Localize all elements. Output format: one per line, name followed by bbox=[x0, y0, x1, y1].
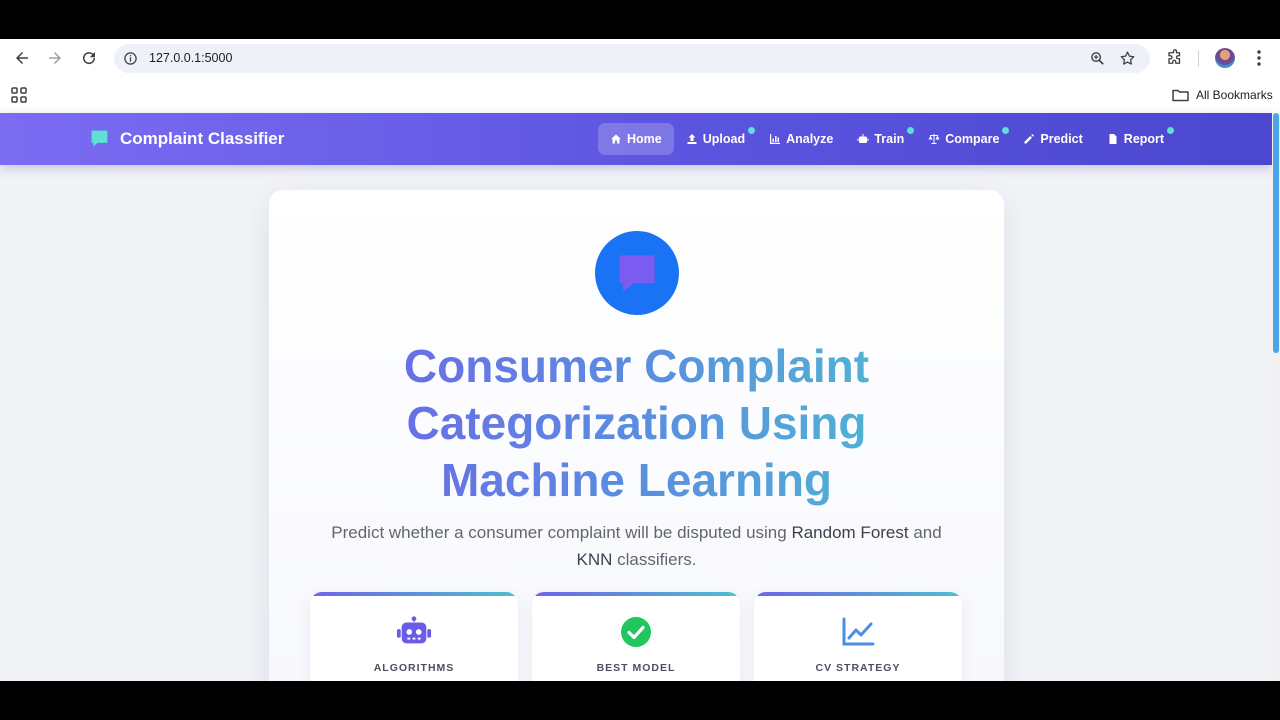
nav-train-label: Train bbox=[874, 132, 905, 146]
stat-card-best-model: BEST MODEL bbox=[532, 592, 740, 681]
nav-home-label: Home bbox=[627, 132, 662, 146]
pencil-icon bbox=[1024, 134, 1035, 144]
bookmarks-bar: All Bookmarks bbox=[0, 78, 1280, 113]
card-accent-bar bbox=[310, 592, 518, 596]
nav-upload[interactable]: Upload bbox=[674, 123, 757, 155]
brand-link[interactable]: Complaint Classifier bbox=[89, 128, 284, 149]
toolbar-divider bbox=[1198, 50, 1199, 67]
forward-button[interactable] bbox=[44, 47, 66, 69]
hero-card: Consumer Complaint Categorization Using … bbox=[269, 190, 1004, 681]
stat-card-algorithms: ALGORITHMS bbox=[310, 592, 518, 681]
page-title: Consumer Complaint Categorization Using … bbox=[309, 338, 964, 509]
reload-button[interactable] bbox=[78, 47, 100, 69]
stat-label: ALGORITHMS bbox=[373, 662, 455, 674]
title-line: Categorization Using bbox=[406, 397, 867, 449]
stat-label: BEST MODEL bbox=[596, 662, 676, 674]
info-icon[interactable] bbox=[123, 51, 138, 66]
url-text[interactable]: 127.0.0.1:5000 bbox=[149, 51, 232, 65]
nav-upload-label: Upload bbox=[702, 132, 746, 146]
arrow-right-icon bbox=[49, 52, 61, 64]
back-button[interactable] bbox=[11, 47, 33, 69]
nav-predict[interactable]: Predict bbox=[1011, 123, 1094, 155]
address-bar[interactable]: 127.0.0.1:5000 bbox=[114, 44, 1150, 73]
robot-icon bbox=[396, 616, 432, 648]
zoom-icon[interactable] bbox=[1089, 50, 1106, 67]
status-dot bbox=[748, 127, 756, 134]
home-icon bbox=[611, 134, 621, 144]
scale-icon bbox=[928, 134, 940, 144]
all-bookmarks-button[interactable]: All Bookmarks bbox=[1172, 88, 1273, 102]
title-line: Consumer Complaint bbox=[403, 340, 870, 392]
nav-report[interactable]: Report bbox=[1095, 123, 1176, 155]
nav-analyze-label: Analyze bbox=[786, 132, 834, 146]
profile-avatar[interactable] bbox=[1215, 48, 1235, 68]
stat-label: CV STRATEGY bbox=[815, 662, 901, 674]
all-bookmarks-label: All Bookmarks bbox=[1196, 88, 1273, 102]
status-dot bbox=[1167, 127, 1175, 134]
apps-grid-icon[interactable] bbox=[11, 87, 27, 103]
subtitle-text: and bbox=[908, 523, 942, 542]
reload-icon bbox=[83, 52, 96, 65]
folder-icon bbox=[1172, 89, 1189, 102]
subtitle-highlight: KNN bbox=[576, 550, 613, 569]
browser-toolbar: 127.0.0.1:5000 bbox=[0, 39, 1280, 78]
arrow-left-icon bbox=[16, 52, 28, 64]
hero-badge bbox=[595, 231, 679, 315]
status-dot bbox=[1002, 127, 1010, 134]
status-dot bbox=[907, 127, 915, 134]
file-icon bbox=[1109, 134, 1117, 144]
nav-predict-label: Predict bbox=[1040, 132, 1083, 146]
extensions-icon[interactable] bbox=[1166, 49, 1184, 67]
line-chart-icon bbox=[840, 616, 876, 648]
brand-name: Complaint Classifier bbox=[120, 128, 285, 148]
title-line: Machine Learning bbox=[440, 454, 833, 506]
check-circle-icon bbox=[618, 616, 654, 648]
card-accent-bar bbox=[754, 592, 962, 596]
browser-window: 127.0.0.1:5000 All Bookmarks Complaint C… bbox=[0, 39, 1280, 681]
card-accent-bar bbox=[532, 592, 740, 596]
scrollbar-thumb[interactable] bbox=[1273, 113, 1279, 353]
stat-card-cv-strategy: CV STRATEGY bbox=[754, 592, 962, 681]
chart-icon bbox=[770, 134, 781, 144]
bookmark-star-icon[interactable] bbox=[1119, 50, 1136, 67]
subtitle-highlight: Random Forest bbox=[791, 523, 909, 542]
chat-bubble-icon bbox=[619, 255, 655, 291]
subtitle-text: classifiers. bbox=[612, 550, 697, 569]
subtitle-text: Predict whether a consumer complaint wil… bbox=[331, 523, 792, 542]
app-navbar: Complaint Classifier Home Upload Analyze… bbox=[0, 113, 1272, 165]
page-subtitle: Predict whether a consumer complaint wil… bbox=[309, 519, 964, 573]
nav-analyze[interactable]: Analyze bbox=[757, 123, 845, 155]
more-menu-icon[interactable] bbox=[1252, 49, 1266, 67]
chat-bubble-icon bbox=[91, 130, 108, 147]
nav-compare-label: Compare bbox=[945, 132, 1000, 146]
robot-icon bbox=[857, 134, 869, 143]
nav-train[interactable]: Train bbox=[845, 123, 916, 155]
nav-home[interactable]: Home bbox=[598, 123, 674, 155]
nav-compare[interactable]: Compare bbox=[916, 123, 1011, 155]
nav-report-label: Report bbox=[1123, 132, 1165, 146]
main-menu: Home Upload Analyze Train Compare Predic… bbox=[598, 123, 1176, 155]
upload-icon bbox=[687, 134, 697, 144]
